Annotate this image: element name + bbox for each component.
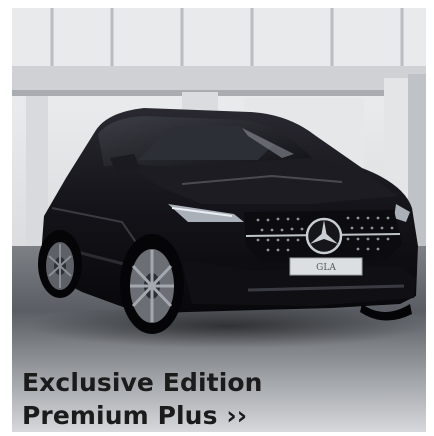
promo-tile-link[interactable]: GLA Exclusive Edition Premium Plus ›› <box>12 8 426 432</box>
license-plate-text: GLA <box>316 263 336 273</box>
promo-title: Exclusive Edition Premium Plus ›› <box>22 366 263 432</box>
promo-title-line-1: Exclusive Edition <box>22 368 263 397</box>
promo-title-line-2: Premium Plus ›› <box>22 401 248 430</box>
